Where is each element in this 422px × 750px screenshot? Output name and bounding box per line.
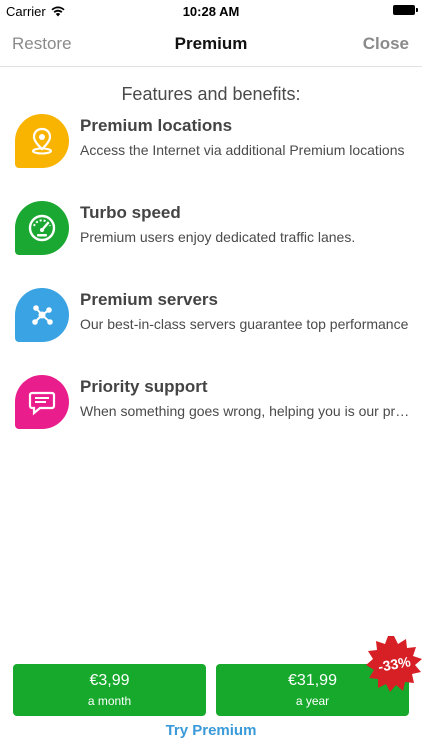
feature-title: Premium servers — [80, 290, 218, 309]
chat-bubble-icon — [15, 375, 69, 429]
section-title: Features and benefits: — [121, 84, 301, 104]
monthly-plan-button[interactable]: €3,99 a month — [13, 664, 206, 716]
feature-desc: Premium users enjoy dedicated traffic la… — [80, 229, 356, 245]
speedometer-icon — [15, 201, 69, 255]
feature-turbo-speed: Turbo speed Premium users enjoy dedicate… — [15, 201, 415, 261]
try-premium-link[interactable]: Try Premium — [0, 722, 422, 739]
plan-options: €3,99 a month €31,99 a year — [13, 664, 409, 716]
plan-price: €3,99 — [89, 672, 130, 689]
network-nodes-icon — [15, 288, 69, 342]
feature-priority-support: Priority support When something goes wro… — [15, 375, 415, 435]
close-button[interactable]: Close — [363, 34, 409, 54]
discount-badge: -33% — [365, 635, 422, 693]
feature-title: Premium locations — [80, 116, 233, 135]
page-title: Premium — [174, 34, 248, 53]
feature-desc: Our best-in-class servers guarantee top … — [80, 316, 409, 332]
status-time: 10:28 AM — [182, 4, 240, 19]
feature-desc: Access the Internet via additional Premi… — [80, 142, 405, 158]
plan-period: a year — [295, 694, 330, 708]
feature-premium-servers: Premium servers Our best-in-class server… — [15, 288, 415, 348]
feature-title: Priority support — [80, 377, 208, 396]
plan-period: a month — [87, 694, 132, 708]
feature-title: Turbo speed — [80, 203, 181, 222]
feature-premium-locations: Premium locations Access the Internet vi… — [15, 114, 415, 174]
nav-bar: Restore Premium Close — [0, 22, 422, 67]
battery-icon — [393, 5, 418, 15]
location-pin-icon — [15, 114, 69, 168]
feature-desc: When something goes wrong, helping you i… — [80, 403, 410, 419]
status-bar: Carrier 10:28 AM — [0, 0, 422, 22]
